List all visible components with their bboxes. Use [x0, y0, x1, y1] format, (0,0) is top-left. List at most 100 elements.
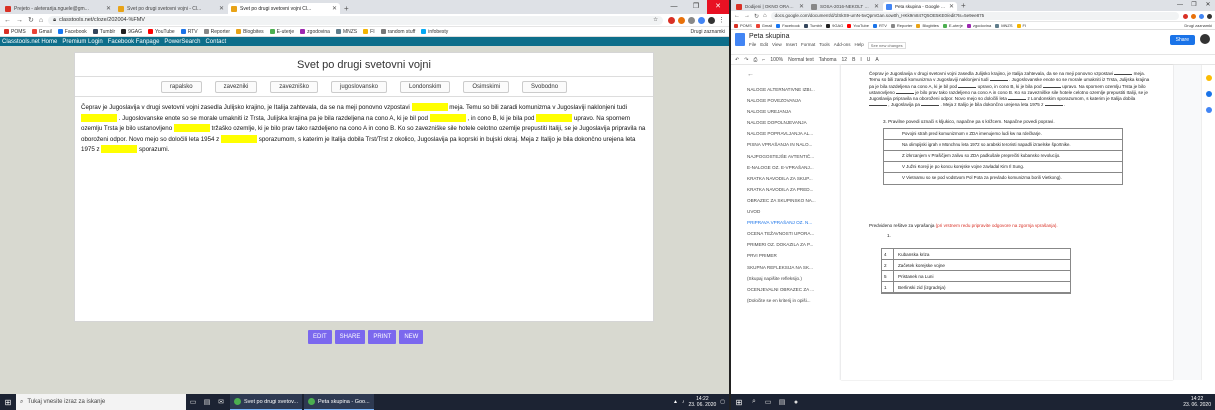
close-icon[interactable]: ✕: [799, 3, 804, 10]
blank-drop-zone[interactable]: [429, 113, 466, 122]
outline-item[interactable]: KRATKA NAVODILA ZA PRED...: [747, 184, 839, 195]
maximize-button[interactable]: ❐: [685, 0, 707, 14]
word-chip[interactable]: Londonskim: [400, 80, 451, 93]
tab-classtools-1[interactable]: Svet po drugi svetovni vojni - Cl... ✕: [115, 3, 227, 14]
close-window-button[interactable]: ✕: [707, 0, 729, 14]
close-icon[interactable]: ✕: [106, 5, 111, 12]
outline-item[interactable]: PISNA VPRAŠANJA IN NALO...: [747, 139, 839, 150]
extension-icon[interactable]: [678, 16, 685, 24]
word-chip[interactable]: Svobodno: [522, 80, 568, 93]
minimize-button[interactable]: —: [1173, 0, 1187, 11]
doc-menu-item[interactable]: Edit: [760, 42, 768, 49]
clock[interactable]: 14:22 23. 06. 2020: [1183, 396, 1211, 408]
outline-item[interactable]: PRVI PRIMER: [747, 250, 839, 261]
windows-start-icon[interactable]: ⊞: [0, 398, 16, 407]
doc-menu-item[interactable]: View: [772, 42, 782, 49]
toolbar-item[interactable]: Normal text: [788, 57, 814, 63]
outline-item[interactable]: NALOGE DOPOLNJEVANJA: [747, 117, 839, 128]
bookmark-item[interactable]: POMS: [734, 23, 752, 28]
doc-menu-item[interactable]: Format: [801, 42, 815, 49]
file-explorer-icon[interactable]: ▤: [200, 398, 214, 406]
outline-item[interactable]: NAJPOGOSTEJŠE AVTENTIČ...: [747, 151, 839, 162]
bookmark-item[interactable]: zgodovina: [300, 29, 330, 35]
tab-classtools-active[interactable]: Svet po drugi svetovni vojni Cl... ✕: [228, 3, 340, 14]
windows-start-icon[interactable]: ⊞: [731, 398, 747, 407]
new-tab-button[interactable]: +: [961, 0, 966, 11]
maximize-button[interactable]: ❐: [1187, 0, 1201, 11]
toolbar-item[interactable]: I: [860, 57, 861, 63]
address-bar[interactable]: docs.google.com/document/d/1lSkS9-umN-5v…: [770, 12, 1179, 20]
toolbar-item[interactable]: 12: [842, 57, 848, 63]
address-bar[interactable]: 🔒︎ classtools.net/cloze/202004-%FMV ☆: [48, 15, 663, 25]
bookmark-item[interactable]: FI: [363, 29, 375, 35]
outline-item[interactable]: NALOGE POVEZOVANJA: [747, 95, 839, 106]
new-button[interactable]: NEW: [399, 330, 424, 344]
extension-icon[interactable]: [1183, 13, 1188, 19]
doc-menu-item[interactable]: Help: [855, 42, 864, 49]
bookmark-item[interactable]: Facebook: [57, 29, 87, 35]
bookmark-item[interactable]: infobesty: [421, 29, 448, 35]
bookmark-item[interactable]: MNZS: [335, 29, 357, 35]
other-bookmarks[interactable]: Drugi zaznamki: [1184, 23, 1212, 28]
file-explorer-icon[interactable]: ▤: [775, 398, 789, 406]
bookmark-item[interactable]: 9GAG: [121, 29, 142, 35]
outline-item[interactable]: NALOGE ALTERNATIVNE IZBI...: [747, 84, 839, 95]
undo-icon[interactable]: ↶: [735, 57, 739, 63]
task-view-icon[interactable]: ▭: [186, 398, 200, 406]
toolbar-item[interactable]: Tahoma: [819, 57, 837, 63]
outline-item[interactable]: (Skupaj napišite refleksijo.): [747, 273, 839, 284]
extension-icon[interactable]: [1199, 13, 1204, 19]
menu-dots-icon[interactable]: ⋮: [718, 16, 725, 24]
tab-gmail[interactable]: Prejeto - aleterarija.nguele@gm... ✕: [2, 3, 114, 14]
google-docs-logo-icon[interactable]: [735, 33, 745, 46]
profile-avatar-icon[interactable]: [708, 16, 715, 24]
reload-icon[interactable]: ↻: [28, 16, 34, 24]
blank-drop-zone[interactable]: [173, 124, 210, 133]
task-view-icon[interactable]: ▭: [761, 398, 775, 406]
outline-item[interactable]: KRATKA NAVODILA ZA SKUP...: [747, 173, 839, 184]
close-icon[interactable]: ✕: [874, 3, 879, 10]
bookmark-item[interactable]: Blogbites: [236, 29, 264, 35]
volume-icon[interactable]: ♪: [682, 399, 685, 405]
bookmark-item[interactable]: Reporter: [203, 29, 230, 35]
blank-drop-zone[interactable]: [101, 145, 138, 154]
close-icon[interactable]: ✕: [949, 3, 954, 10]
bookmark-item[interactable]: Tumblr: [803, 23, 822, 28]
forward-icon[interactable]: →: [16, 17, 23, 24]
bookmark-item[interactable]: Reporter: [890, 23, 912, 28]
outline-item[interactable]: E-NALOGE OZ. E-VPRAŠANJ...: [747, 162, 839, 173]
word-chip[interactable]: rapalsko: [160, 80, 202, 93]
outline-item[interactable]: PRIMERI OZ. DOKAZILA ZA P...: [747, 239, 839, 250]
reload-icon[interactable]: ↻: [754, 13, 759, 20]
blank-drop-zone[interactable]: [81, 113, 117, 122]
edit-button[interactable]: EDIT: [308, 330, 332, 344]
bookmark-item[interactable]: Blogbites: [916, 23, 939, 28]
bookmark-item[interactable]: random stuff: [380, 29, 415, 35]
extension-icon[interactable]: [1191, 13, 1196, 19]
toolbar-item[interactable]: A: [875, 57, 878, 63]
back-icon[interactable]: ←: [734, 13, 740, 19]
share-button[interactable]: SHARE: [334, 330, 366, 344]
clock[interactable]: 14:22 23. 06. 2020: [688, 396, 716, 408]
bookmark-item[interactable]: FI: [1016, 23, 1026, 28]
word-chip[interactable]: zavezniki: [214, 80, 258, 93]
doc-title[interactable]: Peta skupina: [749, 33, 906, 40]
doc-page[interactable]: Čeprav je Jugoslavija v drugi svetovni v…: [841, 65, 1173, 380]
bookmark-item[interactable]: 9GAG: [826, 23, 843, 28]
bookmark-item[interactable]: RTV: [180, 29, 198, 35]
blank-drop-zone[interactable]: [536, 113, 573, 122]
print-button[interactable]: PRINT: [368, 330, 397, 344]
toolbar-item[interactable]: U: [867, 57, 871, 63]
home-icon[interactable]: ⌂: [763, 13, 767, 19]
new-tab-button[interactable]: +: [344, 3, 349, 14]
share-button[interactable]: Share: [1169, 35, 1195, 45]
taskbar-search[interactable]: ⌕ Tukaj vnesite izraz za iskanje: [16, 394, 186, 410]
redo-icon[interactable]: ↷: [744, 57, 748, 63]
bookmark-item[interactable]: Tumblr: [92, 29, 115, 35]
taskbar-app-chrome-2[interactable]: Peta skupina - Goo...: [304, 394, 374, 410]
forward-icon[interactable]: →: [744, 13, 750, 19]
minimize-button[interactable]: —: [663, 0, 685, 14]
profile-avatar-icon[interactable]: [1207, 13, 1212, 19]
word-chip[interactable]: jugoslovansko: [330, 80, 388, 93]
site-nav-link[interactable]: Facebook Fanpage: [108, 39, 160, 45]
